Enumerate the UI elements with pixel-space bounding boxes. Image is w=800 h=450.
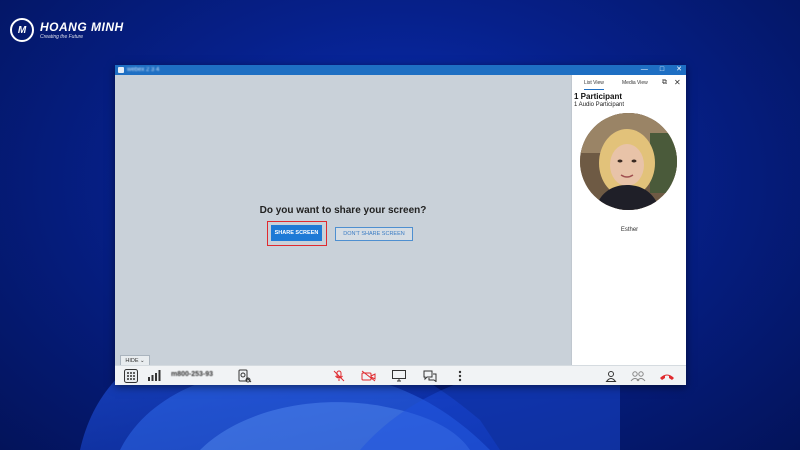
participants-count: 1 Participant — [574, 92, 623, 101]
hide-label: HIDE — [125, 358, 139, 364]
hangup-icon[interactable] — [659, 371, 675, 381]
minimize-icon[interactable]: — — [641, 65, 648, 75]
window-titlebar[interactable]: webex 2 3 4 — □ ✕ — [115, 65, 686, 75]
participants-icon[interactable] — [630, 370, 646, 382]
app-icon — [118, 67, 124, 73]
more-icon[interactable] — [458, 370, 462, 382]
maximize-icon[interactable]: □ — [660, 65, 664, 75]
brand-mark-icon: M — [10, 18, 34, 42]
meeting-controls-bar: m800-253-93 — [115, 365, 686, 385]
brand-logo: M HOANG MINH Creating the Future — [10, 18, 124, 42]
meeting-number: m800-253-93 — [171, 371, 214, 378]
window-title: webex 2 3 4 — [127, 66, 160, 73]
video-off-icon[interactable] — [361, 370, 376, 382]
brand-text: HOANG MINH Creating the Future — [40, 21, 124, 40]
share-button-highlight: SHARE SCREEN — [267, 221, 327, 246]
keypad-icon[interactable] — [124, 369, 138, 383]
audio-device-icon[interactable] — [238, 369, 252, 383]
close-icon[interactable]: ✕ — [676, 65, 682, 75]
hide-tab[interactable]: HIDE ⌄ — [120, 355, 150, 365]
meeting-stage: Do you want to share your screen? SHARE … — [115, 75, 571, 365]
tab-media-view[interactable]: Media View — [622, 77, 648, 89]
participant-avatar — [580, 113, 677, 210]
dont-share-screen-button[interactable]: DON'T SHARE SCREEN — [335, 227, 413, 241]
mute-mic-icon[interactable] — [333, 370, 345, 382]
brand-name: HOANG MINH — [40, 19, 124, 34]
signal-icon — [148, 370, 161, 381]
meeting-window: webex 2 3 4 — □ ✕ Do you want to share y… — [115, 65, 686, 385]
participant-icon[interactable] — [605, 370, 617, 382]
brand-tagline: Creating the Future — [40, 33, 84, 40]
share-prompt-text: Do you want to share your screen? — [259, 205, 427, 216]
avatar-photo — [580, 113, 677, 210]
popout-icon[interactable]: ⧉ — [662, 77, 667, 89]
close-panel-icon[interactable]: ✕ — [674, 77, 681, 89]
tab-list-view[interactable]: List View — [584, 77, 604, 90]
panel-tabs: List View Media View ⧉ ✕ — [572, 77, 687, 90]
participant-name: Esther — [620, 227, 639, 233]
window-controls: — □ ✕ — [641, 65, 682, 75]
audio-participants-count: 1 Audio Participant — [574, 102, 625, 108]
share-screen-icon[interactable] — [392, 370, 406, 382]
participants-panel: List View Media View ⧉ ✕ 1 Participant 1… — [571, 75, 686, 365]
chat-icon[interactable] — [423, 370, 437, 382]
chevron-down-icon: ⌄ — [140, 358, 145, 364]
share-screen-button[interactable]: SHARE SCREEN — [271, 225, 322, 241]
